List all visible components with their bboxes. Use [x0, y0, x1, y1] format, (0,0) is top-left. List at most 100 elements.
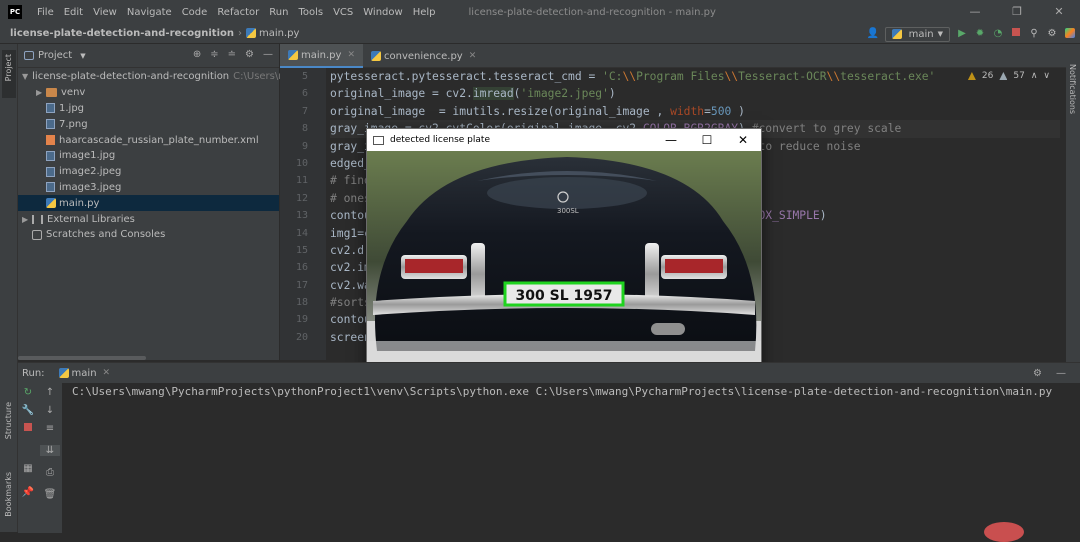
line-number: 19: [295, 314, 308, 326]
python-file-icon: [245, 28, 256, 38]
tree-item[interactable]: 1.jpg: [18, 101, 279, 117]
debug-icon[interactable]: ✹: [974, 28, 986, 40]
tab-convenience-py[interactable]: convenience.py ✕: [363, 44, 484, 68]
image-file-icon: [46, 166, 55, 177]
locate-icon[interactable]: ⊕: [193, 49, 201, 60]
license-plate-text: 300 SL 1957: [516, 288, 613, 304]
search-icon[interactable]: ⚲: [1028, 28, 1040, 40]
gear-icon[interactable]: ⚙: [245, 49, 254, 60]
breadcrumb-separator: ›: [237, 28, 242, 39]
tree-item[interactable]: ▶ venv: [18, 85, 279, 101]
stop-icon[interactable]: [18, 423, 38, 434]
line-number: 11: [295, 175, 308, 187]
hide-icon[interactable]: —: [1056, 368, 1066, 379]
rerun-icon[interactable]: ↻: [18, 387, 38, 398]
chevron-down-icon[interactable]: ▼: [22, 72, 28, 81]
bookmarks-tool-tab[interactable]: Bookmarks: [4, 472, 13, 517]
project-panel-title[interactable]: Project: [38, 50, 72, 61]
arrow-up-icon[interactable]: ↑: [40, 387, 60, 398]
run-icon[interactable]: ▶: [956, 28, 968, 40]
tree-item[interactable]: image1.jpg: [18, 148, 279, 164]
settings-icon[interactable]: ⚙: [1046, 28, 1058, 40]
scroll-to-end-icon[interactable]: ⇊: [40, 445, 60, 456]
title-bar: PC File Edit View Navigate Code Refactor…: [0, 0, 1080, 24]
horizontal-scrollbar[interactable]: [18, 356, 146, 360]
breadcrumb-file[interactable]: main.py: [245, 28, 299, 39]
restore-button[interactable]: ❐: [996, 0, 1038, 24]
tree-item[interactable]: image3.jpeg: [18, 180, 279, 196]
line-number: 14: [295, 227, 308, 239]
arrow-down-icon[interactable]: ↓: [40, 405, 60, 416]
close-tab-icon[interactable]: ✕: [469, 51, 477, 61]
menu-help[interactable]: Help: [408, 7, 441, 18]
tree-item[interactable]: 7.png: [18, 116, 279, 132]
print-icon[interactable]: ⎙: [40, 467, 60, 478]
tree-item[interactable]: haarcascade_russian_plate_number.xml: [18, 132, 279, 148]
tree-item[interactable]: Scratches and Consoles: [18, 227, 279, 243]
run-panel-header: Run: main ✕ ⚙ —: [18, 363, 1080, 383]
expand-all-icon[interactable]: ≑: [210, 49, 218, 60]
profile-icon[interactable]: ◔: [992, 28, 1004, 40]
python-file-icon: [370, 51, 381, 61]
tree-item[interactable]: main.py: [18, 195, 279, 212]
user-icon[interactable]: 👤: [867, 28, 879, 40]
menu-bar: File Edit View Navigate Code Refactor Ru…: [32, 7, 441, 18]
tab-main-py[interactable]: main.py ✕: [280, 44, 363, 68]
close-button[interactable]: ✕: [725, 129, 761, 151]
minimize-button[interactable]: —: [954, 0, 996, 24]
menu-navigate[interactable]: Navigate: [122, 7, 177, 18]
jetbrains-icon[interactable]: [1064, 28, 1076, 40]
maximize-button[interactable]: ☐: [689, 129, 725, 151]
structure-tool-tab[interactable]: Structure: [4, 402, 13, 439]
menu-tools[interactable]: Tools: [293, 7, 328, 18]
stop-icon[interactable]: [1010, 28, 1022, 40]
python-file-icon: [288, 50, 298, 60]
run-label: Run:: [22, 367, 45, 379]
menu-view[interactable]: View: [88, 7, 122, 18]
chevron-down-icon[interactable]: ▼: [80, 52, 85, 60]
menu-code[interactable]: Code: [177, 7, 213, 18]
collapse-all-icon[interactable]: ≐: [228, 49, 236, 60]
project-panel-header: Project ▼ ⊕ ≑ ≐ ⚙ —: [18, 44, 279, 68]
close-tab-icon[interactable]: ✕: [347, 50, 355, 60]
python-icon: [58, 368, 69, 378]
car-photo: 300SL 300 SL 1957: [367, 151, 761, 373]
notifications-tool-tab[interactable]: Notifications: [1068, 64, 1077, 114]
hide-icon[interactable]: —: [263, 49, 273, 60]
menu-window[interactable]: Window: [358, 7, 407, 18]
menu-file[interactable]: File: [32, 7, 59, 18]
xml-file-icon: [46, 135, 55, 146]
python-icon: [891, 29, 902, 39]
line-number: 5: [301, 71, 308, 82]
tree-item-label: image1.jpg: [59, 150, 116, 162]
project-panel: Project ▼ ⊕ ≑ ≐ ⚙ — ▼ license-plate-detec…: [18, 44, 288, 360]
tree-item[interactable]: image2.jpeg: [18, 164, 279, 180]
layout-icon[interactable]: ▦: [18, 463, 38, 474]
tree-item[interactable]: ▼ license-plate-detection-and-recognition…: [18, 69, 288, 85]
trash-icon[interactable]: 🗑: [40, 489, 60, 500]
menu-refactor[interactable]: Refactor: [212, 7, 264, 18]
menu-run[interactable]: Run: [264, 7, 293, 18]
run-config-tab[interactable]: main: [72, 368, 97, 379]
chevron-right-icon[interactable]: ▶: [36, 88, 46, 97]
breadcrumb-project[interactable]: license-plate-detection-and-recognition: [10, 28, 234, 39]
chevron-right-icon[interactable]: ▶: [22, 215, 32, 224]
tab-label: main.py: [301, 49, 342, 61]
menu-edit[interactable]: Edit: [59, 7, 88, 18]
close-button[interactable]: ✕: [1038, 0, 1080, 24]
gear-icon[interactable]: ⚙: [1033, 368, 1042, 379]
soft-wrap-icon[interactable]: ≡: [40, 423, 60, 434]
window-title: license-plate-detection-and-recognition …: [468, 6, 716, 18]
pycharm-logo-icon: PC: [8, 5, 22, 19]
run-config-selector[interactable]: main ▼: [884, 26, 950, 42]
wrench-icon[interactable]: 🔧: [18, 405, 38, 416]
tree-item-label: 1.jpg: [59, 102, 85, 114]
line-number: 6: [301, 88, 308, 100]
project-tool-tab[interactable]: Project: [2, 50, 16, 98]
pin-icon[interactable]: 📌: [18, 487, 38, 498]
menu-vcs[interactable]: VCS: [328, 7, 358, 18]
close-tab-icon[interactable]: ✕: [103, 368, 111, 378]
image-file-icon: [46, 182, 55, 193]
minimize-button[interactable]: —: [653, 129, 689, 151]
tree-item[interactable]: ▶ External Libraries: [18, 211, 279, 227]
